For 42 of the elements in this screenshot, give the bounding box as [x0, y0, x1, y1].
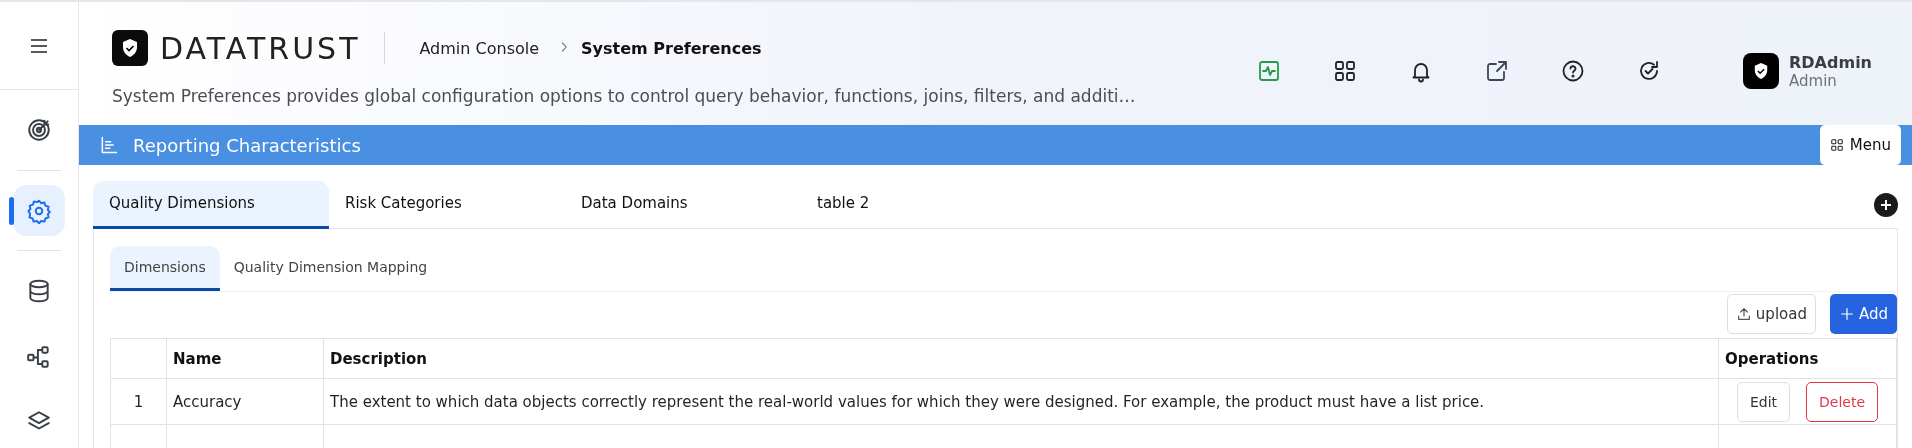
avatar [1743, 53, 1779, 89]
target-icon [26, 117, 52, 143]
grid-icon [1829, 138, 1844, 152]
chart-icon [99, 135, 119, 155]
upload-icon [1735, 306, 1752, 322]
column-header: Name [166, 338, 324, 379]
row-number: 1 [110, 378, 167, 425]
breadcrumb-item[interactable]: Admin Console [419, 38, 540, 58]
delete-button[interactable]: Delete [1806, 381, 1879, 422]
user-name: RDAdmin [1789, 52, 1872, 72]
database-icon [26, 278, 52, 305]
plus-icon [1880, 198, 1892, 211]
upload-button[interactable]: upload [1726, 294, 1816, 334]
settings-icon [26, 197, 52, 224]
breadcrumb-item: System Preferences [581, 38, 762, 58]
column-header: Operations [1718, 338, 1897, 379]
help-icon[interactable] [1561, 59, 1585, 83]
menu-button[interactable]: Menu [1819, 125, 1901, 165]
subtab[interactable]: Quality Dimension Mapping [219, 246, 442, 291]
refresh-check-icon[interactable] [1637, 59, 1661, 83]
tab[interactable]: Risk Categories [329, 180, 565, 229]
logo-text: DATATRUST [160, 30, 361, 66]
subtab[interactable]: Dimensions [110, 246, 220, 291]
grid-icon[interactable] [1333, 59, 1357, 83]
tab[interactable]: Data Domains [565, 180, 801, 229]
external-link-icon[interactable] [1485, 59, 1509, 83]
add-button[interactable]: Add [1829, 294, 1897, 334]
tab[interactable]: Quality Dimensions [93, 180, 329, 229]
plus-icon [1838, 306, 1855, 322]
table-cell: Accuracy [166, 378, 324, 425]
section-title: Reporting Characteristics [133, 134, 361, 156]
menu-icon[interactable] [30, 38, 48, 53]
table-cell: The extent to which data objects correctly represent the real-world values for which they were designed. For example, the product must have a list price. [323, 378, 1719, 425]
logo-icon [112, 30, 148, 66]
hierarchy-icon [26, 343, 52, 370]
activity-icon[interactable] [1257, 59, 1281, 83]
add-tab-button[interactable] [1874, 192, 1898, 217]
tab[interactable]: table 2 [801, 180, 1037, 229]
edit-button[interactable]: Edit [1736, 381, 1791, 422]
page-description: System Preferences provides global configuration options to control query behavior, functions, joins, filters, and additi… [112, 86, 1137, 106]
user-role: Admin [1789, 71, 1838, 90]
column-header: Description [323, 338, 1719, 379]
